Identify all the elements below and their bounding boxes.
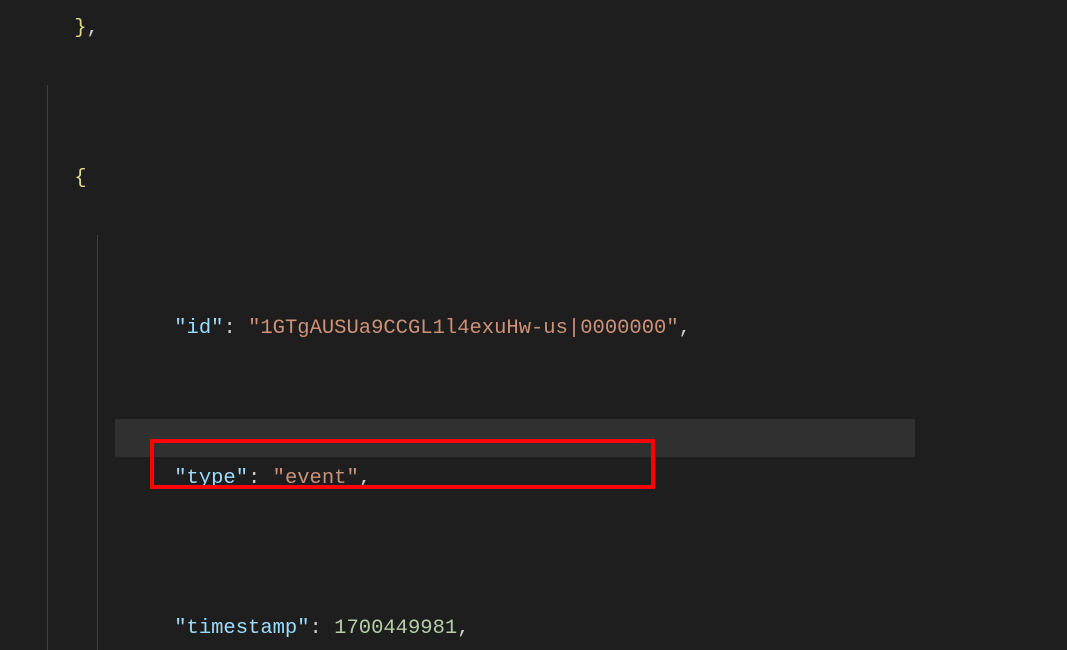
code-line: "type": "event", (0, 385, 1067, 535)
code-editor[interactable]: }, { "id": "1GTgAUSUa9CCGL1l4exuHw-us|00… (0, 0, 1067, 622)
code-line: }, (0, 0, 1067, 85)
code-line: "timestamp": 1700449981, (0, 535, 1067, 650)
code-line: { (0, 85, 1067, 235)
code-line: "id": "1GTgAUSUa9CCGL1l4exuHw-us|0000000… (0, 235, 1067, 385)
